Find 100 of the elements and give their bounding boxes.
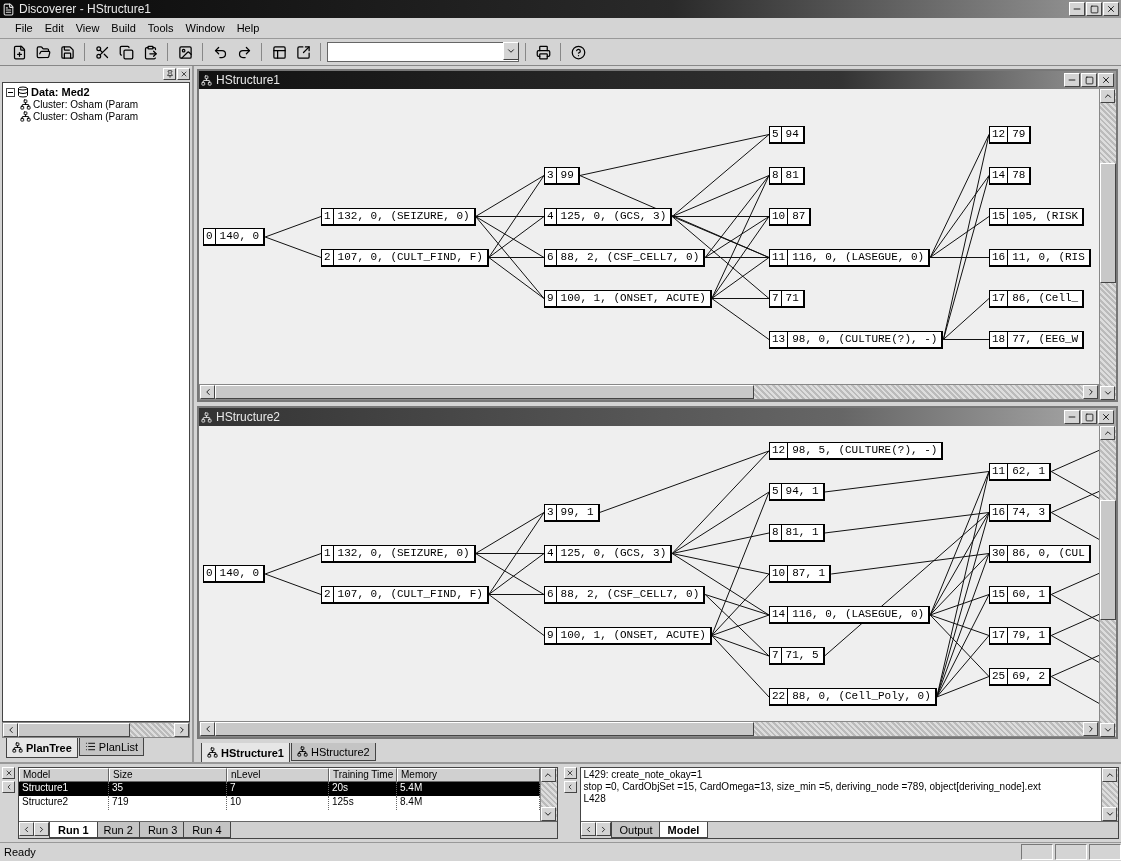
collapse-icon[interactable] [6,87,15,97]
maximize-button[interactable] [1086,2,1102,16]
document-tab[interactable]: HStructure1 [201,743,290,763]
column-header[interactable]: Model [19,768,109,782]
scroll-thumb[interactable] [1100,163,1116,283]
collapse-button[interactable] [2,781,15,793]
graph-node[interactable]: 4 125, 0, (GCS, 3) [544,207,673,226]
graph-node[interactable]: 2 107, 0, (CULT_FIND, F) [321,248,489,267]
graph-node[interactable]: 14 116, 0, (LASEGUE, 0) [769,606,931,624]
menu-item[interactable]: Tools [142,20,179,36]
close-button[interactable] [563,767,577,779]
scroll-down-button[interactable] [1102,807,1117,821]
graph-node[interactable]: 22 88, 0, (Cell_Poly, 0) [769,688,937,706]
scroll-up-button[interactable] [540,768,556,782]
graph-node[interactable]: 8 81, 1 [769,524,825,542]
menu-item[interactable]: View [70,20,105,36]
minimize-button[interactable] [1064,410,1080,424]
graph-node[interactable]: 9 100, 1, (ONSET, ACUTE) [544,626,712,645]
graph-node[interactable]: 9 100, 1, (ONSET, ACUTE) [544,289,712,308]
collapse-button[interactable] [563,781,577,793]
graph-node[interactable]: 4 125, 0, (GCS, 3) [544,544,673,563]
graph-node[interactable]: 0 140, 0 [203,565,266,583]
column-header[interactable]: Memory [397,768,540,782]
minimize-button[interactable] [1069,2,1085,16]
close-button[interactable] [1103,2,1119,16]
combo-box[interactable] [327,42,519,62]
graph-node[interactable]: 15 60, 1 [989,585,1052,604]
graph-node[interactable]: 5 94 [769,125,805,144]
scroll-right-button[interactable] [1083,722,1098,736]
scroll-right-button[interactable] [174,723,189,737]
graph-node[interactable]: 8 81 [769,166,805,185]
close-button[interactable] [2,767,15,779]
scroll-up-button[interactable] [1102,768,1117,782]
pin-button[interactable] [163,68,176,80]
minimize-button[interactable] [1064,73,1080,87]
maximize-button[interactable] [1081,410,1097,424]
graph-node[interactable]: 11 62, 1 [989,462,1052,481]
vertical-scrollbar[interactable] [539,768,557,821]
column-header[interactable]: Training Time [329,768,397,782]
tree-item[interactable]: Cluster: Osham (Param [33,110,139,122]
close-button[interactable] [1098,410,1114,424]
menu-item[interactable]: Help [231,20,265,36]
scroll-down-button[interactable] [1100,723,1115,737]
close-button[interactable] [177,68,190,80]
graph-node[interactable]: 12 98, 5, (CULTURE(?), -) [769,442,944,460]
graph-node[interactable]: 10 87 [769,207,812,226]
graph-node[interactable]: 12 79 [989,125,1032,144]
vertical-scrollbar[interactable] [1099,426,1116,737]
tab-scroll-right-button[interactable] [34,822,49,836]
panel-tab[interactable]: PlanTree [6,738,78,758]
scroll-right-button[interactable] [1083,385,1098,399]
graph-node[interactable]: 25 69, 2 [989,667,1052,686]
horizontal-scrollbar[interactable] [2,722,190,738]
column-header[interactable]: nLevel [227,768,329,782]
scroll-down-button[interactable] [1100,386,1115,400]
graph-node[interactable]: 3 99, 1 [544,503,600,522]
vertical-scrollbar[interactable] [1101,768,1118,821]
menu-item[interactable]: File [10,20,38,36]
output-tab[interactable]: Output [610,822,662,838]
panel-tab[interactable]: PlanList [78,738,144,756]
graph-node[interactable]: 17 79, 1 [989,626,1052,645]
scroll-thumb[interactable] [1100,500,1116,620]
graph-node[interactable]: 10 87, 1 [769,565,832,583]
graph-node[interactable]: 11 116, 0, (LASEGUE, 0) [769,248,931,267]
menu-item[interactable]: Window [180,20,230,36]
graph-node[interactable]: 14 78 [989,166,1032,185]
tree-item[interactable]: Cluster: Osham (Param [33,98,139,110]
graph-node[interactable]: 6 88, 2, (CSF_CELL7, 0) [544,248,706,267]
graph-node[interactable]: 3 99 [544,166,580,185]
graph-node[interactable]: 2 107, 0, (CULT_FIND, F) [321,585,489,604]
scroll-left-button[interactable] [3,723,18,737]
scroll-up-button[interactable] [1100,89,1115,103]
tree-item[interactable]: Data: Med2 [31,86,90,98]
scroll-thumb[interactable] [215,722,754,736]
scroll-thumb[interactable] [18,723,130,737]
graph-node[interactable]: 7 71, 5 [769,647,825,665]
graph-node[interactable]: 30 86, 0, (CUL [989,544,1091,563]
graph-node[interactable]: 17 86, (Cell_ [989,289,1085,308]
maximize-button[interactable] [1081,73,1097,87]
graph-node[interactable]: 1 132, 0, (SEIZURE, 0) [321,544,476,563]
sheet-tab[interactable]: Run 1 [49,822,98,838]
graph-node[interactable]: 13 98, 0, (CULTURE(?), -) [769,330,944,349]
column-header[interactable]: Size [109,768,227,782]
graph-node[interactable]: 5 94, 1 [769,483,825,501]
horizontal-scrollbar[interactable] [199,384,1099,400]
graph-node[interactable]: 1 132, 0, (SEIZURE, 0) [321,207,476,226]
close-button[interactable] [1098,73,1114,87]
graph-node[interactable]: 16 74, 3 [989,503,1052,522]
graph-node[interactable]: 18 77, (EEG_W [989,330,1085,349]
tab-scroll-left-button[interactable] [580,822,596,836]
menu-item[interactable]: Build [106,20,141,36]
scroll-up-button[interactable] [1100,426,1115,440]
scroll-left-button[interactable] [200,385,215,399]
scroll-thumb[interactable] [215,385,754,399]
graph-node[interactable]: 0 140, 0 [203,228,266,246]
scroll-down-button[interactable] [540,807,556,821]
sheet-tab[interactable]: Run 4 [183,822,231,838]
horizontal-scrollbar[interactable] [199,721,1099,737]
graph-node[interactable]: 6 88, 2, (CSF_CELL7, 0) [544,585,706,604]
graph-node[interactable]: 7 71 [769,289,805,308]
